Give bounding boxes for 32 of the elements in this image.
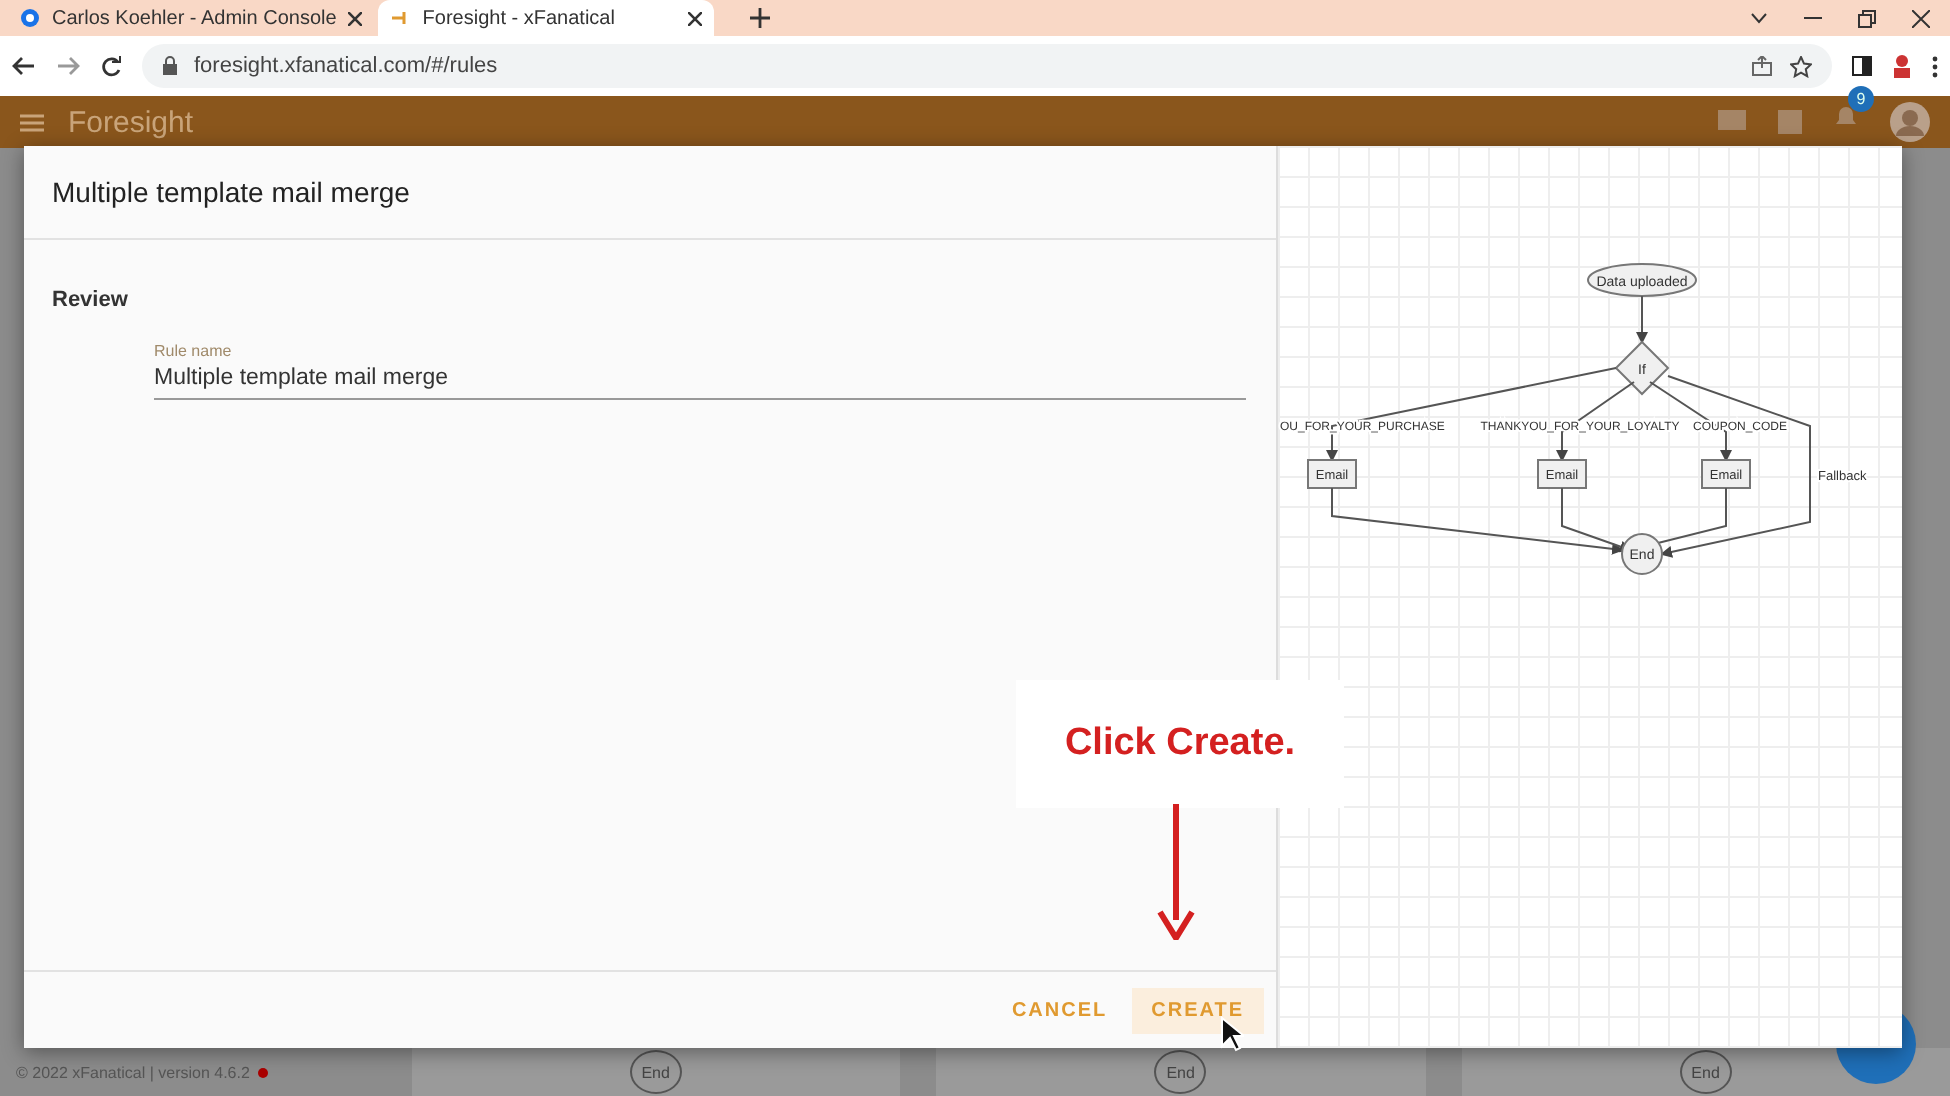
reload-icon[interactable] — [100, 55, 122, 77]
section-title: Review — [52, 288, 130, 312]
sidebar-icon[interactable] — [1852, 56, 1872, 76]
browser-tab[interactable]: Foresight - xFanatical — [378, 0, 715, 36]
rule-name-field[interactable]: Rule name Multiple template mail merge — [154, 342, 1246, 400]
connector-arrow — [1636, 295, 1648, 344]
down-arrow — [1156, 804, 1196, 940]
close-icon[interactable] — [1912, 9, 1930, 27]
forward-icon[interactable] — [56, 56, 80, 76]
share-icon[interactable] — [1752, 56, 1774, 76]
callout-text: Click Create. — [1016, 680, 1344, 808]
restore-icon[interactable] — [1858, 9, 1876, 27]
end-node: End — [1679, 1050, 1732, 1094]
back-icon[interactable] — [12, 56, 36, 76]
profile-icon[interactable] — [1892, 54, 1912, 78]
menu-icon[interactable] — [1932, 55, 1938, 77]
close-icon[interactable] — [348, 11, 363, 25]
end-node: End — [629, 1050, 682, 1094]
logo-icon — [390, 8, 411, 28]
lock-icon — [162, 56, 178, 76]
end-node: End — [1154, 1050, 1207, 1094]
chevron-icon[interactable] — [1750, 12, 1768, 24]
address-field[interactable]: foresight.xfanatical.com/#/rules — [142, 44, 1832, 88]
dialog-title: Multiple template mail merge — [24, 146, 1276, 240]
status-dot — [257, 1067, 268, 1077]
browser-tab[interactable]: Carlos Koehler - Admin Console — [8, 0, 375, 36]
minimize-icon[interactable] — [1804, 16, 1822, 20]
app-title: Foresight — [68, 105, 194, 139]
star-icon[interactable] — [1790, 55, 1812, 77]
close-icon[interactable] — [688, 11, 703, 25]
avatar-icon[interactable] — [1890, 102, 1930, 142]
globe-icon — [20, 8, 40, 28]
